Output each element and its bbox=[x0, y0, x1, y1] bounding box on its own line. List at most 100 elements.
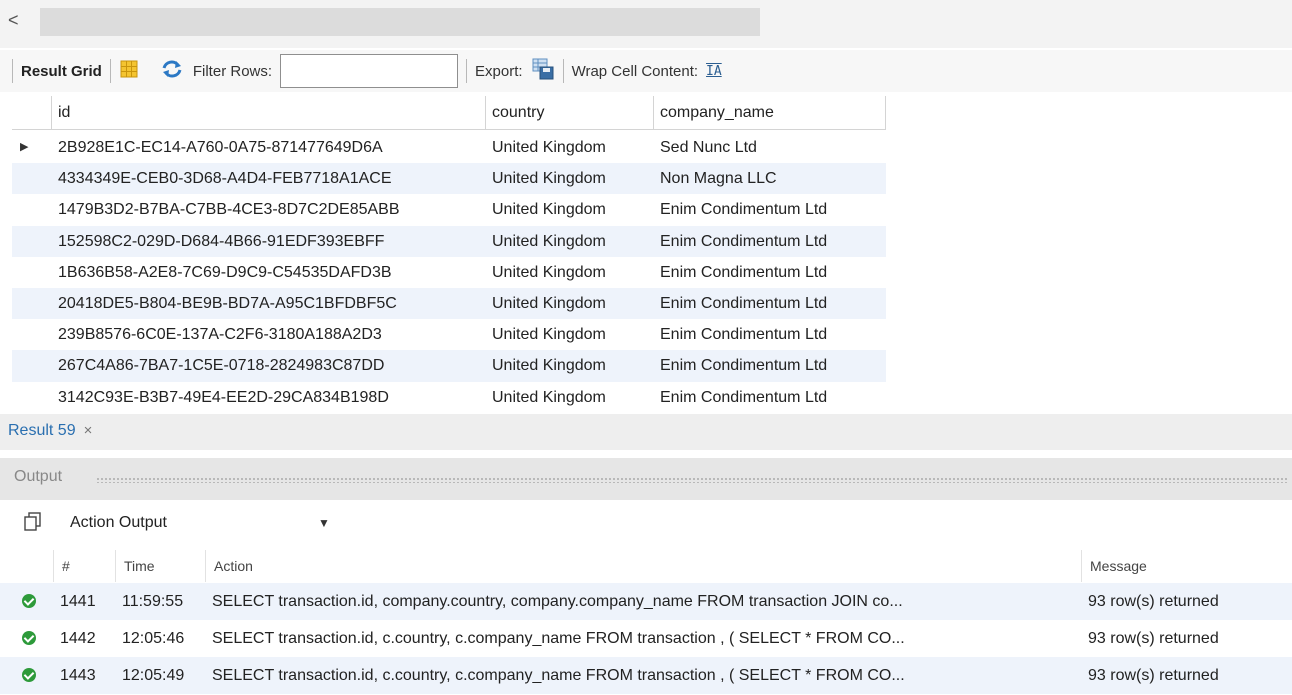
table-row[interactable]: 1479B3D2-B7BA-C7BB-4CE3-8D7C2DE85ABB Uni… bbox=[12, 194, 886, 225]
tab-label: Result 59 bbox=[8, 422, 76, 439]
table-row[interactable]: ▶ 2B928E1C-EC14-A760-0A75-871477649D6A U… bbox=[12, 132, 886, 163]
cell-country[interactable]: United Kingdom bbox=[486, 226, 654, 257]
cell-message: 93 row(s) returned bbox=[1088, 593, 1219, 610]
cell-company-name[interactable]: Enim Condimentum Ltd bbox=[654, 226, 886, 257]
cell-message: 93 row(s) returned bbox=[1088, 667, 1219, 684]
cell-company-name[interactable]: Enim Condimentum Ltd bbox=[654, 319, 886, 350]
refresh-icon[interactable] bbox=[161, 59, 183, 83]
cell-company-name[interactable]: Enim Condimentum Ltd bbox=[654, 350, 886, 381]
filter-rows-label: Filter Rows: bbox=[192, 62, 273, 80]
tab-result-59[interactable]: Result 59 × bbox=[8, 418, 92, 444]
cell-company-name[interactable]: Enim Condimentum Ltd bbox=[654, 194, 886, 225]
toolbar-divider bbox=[12, 59, 13, 83]
cell-time: 12:05:49 bbox=[122, 667, 185, 684]
cell-country[interactable]: United Kingdom bbox=[486, 382, 654, 413]
cell-num: 1442 bbox=[60, 630, 96, 647]
chevron-down-icon[interactable]: ▼ bbox=[318, 510, 330, 536]
result-tab-bar: Result 59 × bbox=[0, 414, 1292, 450]
cell-country[interactable]: United Kingdom bbox=[486, 163, 654, 194]
success-icon bbox=[0, 657, 54, 694]
column-header-num[interactable]: # bbox=[54, 550, 116, 582]
cell-company-name[interactable]: Enim Condimentum Ltd bbox=[654, 382, 886, 413]
column-header-id[interactable]: id bbox=[52, 96, 486, 129]
result-toolbar: Result Grid Filter Rows: Export: Wrap Ce… bbox=[0, 50, 1292, 92]
toolbar-divider bbox=[562, 59, 564, 83]
cell-message: 93 row(s) returned bbox=[1088, 630, 1219, 647]
cell-id[interactable]: 267C4A86-7BA7-1C5E-0718-2824983C87DD bbox=[52, 350, 486, 381]
output-selector-bar: Action Output ▼ bbox=[0, 502, 1292, 544]
scrollbar-thumb[interactable] bbox=[40, 8, 760, 36]
table-row[interactable]: 1441 11:59:55 SELECT transaction.id, com… bbox=[0, 583, 1292, 620]
cell-action: SELECT transaction.id, company.country, … bbox=[212, 593, 903, 610]
cell-country[interactable]: United Kingdom bbox=[486, 350, 654, 381]
cell-id[interactable]: 20418DE5-B804-BE9B-BD7A-A95C1BFDBF5C bbox=[52, 288, 486, 319]
close-icon[interactable]: × bbox=[84, 422, 93, 439]
table-row[interactable]: 239B8576-6C0E-137A-C2F6-3180A188A2D3 Uni… bbox=[12, 319, 886, 350]
cell-id[interactable]: 3142C93E-B3B7-49E4-EE2D-29CA834B198D bbox=[52, 382, 486, 413]
cell-time: 12:05:46 bbox=[122, 630, 185, 647]
cell-company-name[interactable]: Non Magna LLC bbox=[654, 163, 886, 194]
row-pointer-header bbox=[12, 96, 52, 129]
row-pointer-cell bbox=[12, 319, 52, 350]
cell-num: 1441 bbox=[60, 593, 96, 610]
cell-id[interactable]: 1B636B58-A2E8-7C69-D9C9-C54535DAFD3B bbox=[52, 257, 486, 288]
cell-action: SELECT transaction.id, c.country, c.comp… bbox=[212, 630, 905, 647]
panel-grip[interactable] bbox=[96, 477, 1288, 483]
output-type-select[interactable]: Action Output bbox=[70, 510, 167, 536]
table-row[interactable]: 1443 12:05:49 SELECT transaction.id, c.c… bbox=[0, 657, 1292, 694]
table-row[interactable]: 4334349E-CEB0-3D68-A4D4-FEB7718A1ACE Uni… bbox=[12, 163, 886, 195]
wrap-cell-icon[interactable]: IA bbox=[706, 64, 722, 79]
horizontal-scrollbar[interactable]: < bbox=[0, 0, 1292, 48]
toolbar-divider bbox=[466, 59, 468, 83]
output-table-header: # Time Action Message bbox=[0, 550, 1292, 582]
column-header-time[interactable]: Time bbox=[116, 550, 206, 582]
wrap-cell-label: Wrap Cell Content: bbox=[571, 62, 699, 80]
table-row[interactable]: 20418DE5-B804-BE9B-BD7A-A95C1BFDBF5C Uni… bbox=[12, 287, 886, 320]
table-row[interactable]: 1442 12:05:46 SELECT transaction.id, c.c… bbox=[0, 620, 1292, 657]
grid-header: id country company_name bbox=[12, 96, 886, 130]
output-rows: 1441 11:59:55 SELECT transaction.id, com… bbox=[0, 583, 1292, 694]
cell-country[interactable]: United Kingdom bbox=[486, 257, 654, 288]
row-pointer-icon: ▶ bbox=[20, 141, 29, 153]
row-pointer-cell bbox=[12, 163, 52, 194]
table-row[interactable]: 267C4A86-7BA7-1C5E-0718-2824983C87DD Uni… bbox=[12, 350, 886, 382]
column-header-message[interactable]: Message bbox=[1082, 550, 1292, 582]
output-title: Output bbox=[14, 468, 63, 485]
output-panel-header: Output bbox=[0, 458, 1292, 500]
cell-company-name[interactable]: Enim Condimentum Ltd bbox=[654, 257, 886, 288]
result-grid-rows: ▶ 2B928E1C-EC14-A760-0A75-871477649D6A U… bbox=[12, 132, 886, 413]
table-row[interactable]: 152598C2-029D-D684-4B66-91EDF393EBFF Uni… bbox=[12, 225, 886, 257]
success-icon bbox=[0, 620, 54, 657]
copy-icon[interactable] bbox=[24, 512, 42, 532]
table-row[interactable]: 1B636B58-A2E8-7C69-D9C9-C54535DAFD3B Uni… bbox=[12, 257, 886, 288]
cell-company-name[interactable]: Sed Nunc Ltd bbox=[654, 132, 886, 163]
cell-id[interactable]: 2B928E1C-EC14-A760-0A75-871477649D6A bbox=[52, 132, 486, 163]
cell-time: 11:59:55 bbox=[122, 593, 184, 610]
cell-id[interactable]: 239B8576-6C0E-137A-C2F6-3180A188A2D3 bbox=[52, 319, 486, 350]
export-icon[interactable] bbox=[531, 57, 555, 85]
column-header-company-name[interactable]: company_name bbox=[654, 96, 886, 129]
cell-action: SELECT transaction.id, c.country, c.comp… bbox=[212, 667, 905, 684]
cell-country[interactable]: United Kingdom bbox=[486, 319, 654, 350]
column-header-action[interactable]: Action bbox=[206, 550, 1082, 582]
grid-columns-icon[interactable] bbox=[119, 59, 139, 83]
scroll-left-icon[interactable]: < bbox=[8, 10, 19, 30]
cell-country[interactable]: United Kingdom bbox=[486, 288, 654, 319]
row-pointer-cell bbox=[12, 194, 52, 225]
table-row[interactable]: 3142C93E-B3B7-49E4-EE2D-29CA834B198D Uni… bbox=[12, 382, 886, 413]
row-pointer-cell bbox=[12, 288, 52, 319]
cell-company-name[interactable]: Enim Condimentum Ltd bbox=[654, 288, 886, 319]
row-pointer-cell bbox=[12, 257, 52, 288]
row-pointer-cell bbox=[12, 382, 52, 413]
cell-country[interactable]: United Kingdom bbox=[486, 132, 654, 163]
status-column-header bbox=[0, 550, 54, 582]
cell-id[interactable]: 152598C2-029D-D684-4B66-91EDF393EBFF bbox=[52, 226, 486, 257]
toolbar-divider bbox=[109, 59, 111, 83]
result-grid-button[interactable]: Result Grid bbox=[21, 63, 102, 80]
cell-id[interactable]: 4334349E-CEB0-3D68-A4D4-FEB7718A1ACE bbox=[52, 163, 486, 194]
column-header-country[interactable]: country bbox=[486, 96, 654, 129]
cell-country[interactable]: United Kingdom bbox=[486, 194, 654, 225]
export-label: Export: bbox=[475, 62, 523, 80]
cell-id[interactable]: 1479B3D2-B7BA-C7BB-4CE3-8D7C2DE85ABB bbox=[52, 194, 486, 225]
filter-rows-input[interactable] bbox=[280, 54, 459, 88]
